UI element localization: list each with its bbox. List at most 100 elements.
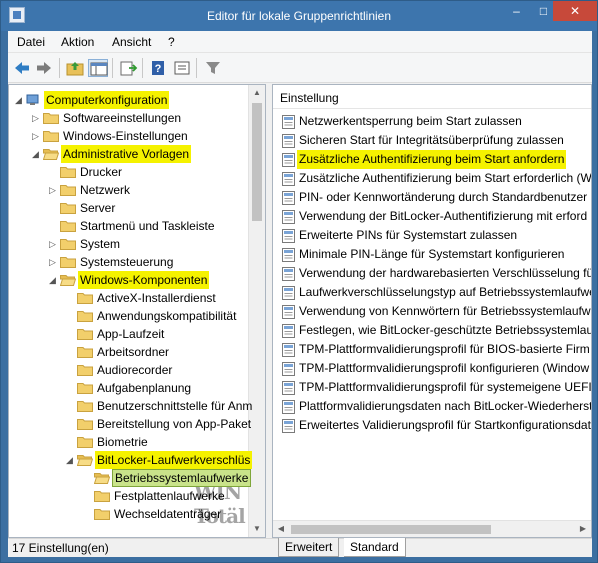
tree-item-label: Computerkonfiguration — [44, 91, 170, 109]
menu-datei[interactable]: Datei — [17, 35, 45, 49]
folder-icon — [77, 400, 93, 412]
folder-icon — [77, 382, 93, 394]
tree-collapse-arrow-icon[interactable]: ◢ — [32, 145, 42, 163]
tab-erweitert[interactable]: Erweitert — [278, 538, 340, 557]
tree-expander-spacer — [66, 343, 76, 361]
title-bar[interactable]: Editor für lokale Gruppenrichtlinien – □… — [1, 1, 597, 31]
menu-aktion[interactable]: Aktion — [61, 35, 94, 49]
folder-icon — [77, 418, 93, 430]
tree-item-label: Biometrie — [97, 435, 148, 449]
tree-expander-spacer — [83, 487, 93, 505]
tree-item-label: Softwareeinstellungen — [63, 111, 182, 125]
close-button[interactable]: ✕ — [553, 1, 597, 21]
policy-setting-icon — [282, 115, 295, 129]
policy-setting-label: Laufwerkverschlüsselungstyp auf Betriebs… — [299, 285, 592, 299]
policy-setting-label: Plattformvalidierungsdaten nach BitLocke… — [299, 399, 592, 413]
scrollbar-thumb[interactable] — [291, 525, 491, 534]
export-list-icon[interactable] — [118, 59, 138, 77]
list-horizontal-scrollbar[interactable]: ◀ ▶ — [273, 520, 591, 537]
folder-icon — [77, 364, 93, 376]
policy-setting-icon — [282, 153, 295, 167]
tree-collapse-arrow-icon[interactable]: ◢ — [15, 91, 25, 109]
folder-icon — [60, 220, 76, 232]
policy-setting-label: TPM-Plattformvalidierungsprofil für syst… — [299, 380, 592, 394]
tree-expand-arrow-icon[interactable]: ▷ — [32, 127, 42, 145]
tree-expand-arrow-icon[interactable]: ▷ — [49, 235, 59, 253]
tree-expander-spacer — [66, 361, 76, 379]
computer-icon — [26, 94, 42, 106]
folder-icon — [77, 436, 93, 448]
menu-ansicht[interactable]: Ansicht — [112, 35, 151, 49]
policy-setting-label: Verwendung von Kennwörtern für Betriebss… — [299, 304, 592, 318]
tree-pane[interactable]: ▲ ▼ WIN Totäl ◢ Computerkonfiguration ▷ Sof… — [8, 84, 266, 538]
toolbar: ? — [8, 53, 592, 83]
policy-setting-label: Minimale PIN-Länge für Systemstart konfi… — [299, 247, 565, 261]
folder-icon — [60, 238, 76, 250]
scroll-left-arrow-icon[interactable]: ◀ — [273, 521, 289, 537]
tree-item-label: Administrative Vorlagen — [61, 145, 192, 163]
tree-expander-spacer — [49, 163, 59, 181]
folder-icon — [77, 310, 93, 322]
policy-setting-label: Verwendung der hardwarebasierten Verschl… — [299, 266, 592, 280]
tree-item-label: Betriebssystemlaufwerke — [112, 469, 252, 487]
settings-list-pane[interactable]: Einstellung ◀ ▶ Netzwerkentsperrung beim… — [272, 84, 592, 538]
tree-expander-spacer — [66, 325, 76, 343]
policy-setting-label: TPM-Plattformvalidierungsprofil für BIOS… — [299, 342, 590, 356]
forward-arrow-icon[interactable] — [34, 59, 54, 77]
scroll-down-arrow-icon[interactable]: ▼ — [249, 521, 265, 537]
tree-expander-spacer — [83, 469, 93, 487]
tree-item-label: Aufgabenplanung — [97, 381, 192, 395]
app-window: Editor für lokale Gruppenrichtlinien – □… — [0, 0, 598, 563]
tree-item-label: Benutzerschnittstelle für Anm — [97, 399, 253, 413]
policy-setting-label: Festlegen, wie BitLocker-geschützte Betr… — [299, 323, 592, 337]
tree-expand-arrow-icon[interactable]: ▷ — [32, 109, 42, 127]
toolbar-separator — [196, 58, 197, 78]
folder-icon — [77, 328, 93, 340]
tab-standard[interactable]: Standard — [344, 538, 406, 557]
tree-item-label: Bereitstellung von App-Paket — [97, 417, 252, 431]
policy-setting-icon — [282, 267, 295, 281]
policy-setting-icon — [282, 248, 295, 262]
policy-setting-label: Verwendung der BitLocker-Authentifizieru… — [299, 209, 588, 223]
scroll-right-arrow-icon[interactable]: ▶ — [575, 521, 591, 537]
open-folder-icon — [60, 274, 76, 286]
back-arrow-icon[interactable] — [12, 59, 32, 77]
column-header[interactable]: Einstellung — [273, 85, 591, 109]
tree-item-label: Wechseldatenträger — [114, 507, 222, 521]
client-area: Datei Aktion Ansicht ? ? ▲ ▼ WIN Totäl ◢… — [8, 31, 592, 557]
toolbar-separator — [112, 58, 113, 78]
policy-setting-icon — [282, 210, 295, 224]
view-tabs: Erweitert Standard — [272, 538, 592, 558]
policy-setting-label: Netzwerkentsperrung beim Start zulassen — [299, 114, 522, 128]
tree-expander-spacer — [66, 307, 76, 325]
show-hide-tree-icon[interactable] — [88, 59, 108, 77]
up-folder-icon[interactable] — [65, 59, 85, 77]
tree-collapse-arrow-icon[interactable]: ◢ — [49, 271, 59, 289]
open-folder-icon — [77, 454, 93, 466]
tree-expander-spacer — [66, 433, 76, 451]
scrollbar-thumb[interactable] — [252, 103, 262, 221]
folder-icon — [43, 112, 59, 124]
minimize-button[interactable]: – — [503, 1, 530, 21]
folder-icon — [60, 256, 76, 268]
tree-expand-arrow-icon[interactable]: ▷ — [49, 253, 59, 271]
tree-collapse-arrow-icon[interactable]: ◢ — [66, 451, 76, 469]
status-bar-text: 17 Einstellung(en) — [12, 541, 109, 555]
properties-icon[interactable] — [172, 59, 192, 77]
tree-item-label: App-Laufzeit — [97, 327, 165, 341]
svg-text:?: ? — [155, 63, 162, 75]
policy-setting-label: Zusätzliche Authentifizierung beim Start… — [299, 171, 592, 185]
scroll-up-arrow-icon[interactable]: ▲ — [249, 85, 265, 101]
filter-icon[interactable] — [203, 59, 223, 77]
policy-setting-icon — [282, 343, 295, 357]
policy-setting-label: Sicheren Start für Integritätsüberprüfun… — [299, 133, 564, 147]
policy-setting-icon — [282, 400, 295, 414]
tree-expand-arrow-icon[interactable]: ▷ — [49, 181, 59, 199]
tree-item-label: Drucker — [80, 165, 123, 179]
tree-item-label: Netzwerk — [80, 183, 131, 197]
folder-icon — [77, 346, 93, 358]
menu-help[interactable]: ? — [168, 35, 175, 49]
help-icon[interactable]: ? — [148, 59, 168, 77]
policy-setting-icon — [282, 172, 295, 186]
policy-setting-label: Erweitertes Validierungsprofil für Start… — [299, 418, 591, 432]
